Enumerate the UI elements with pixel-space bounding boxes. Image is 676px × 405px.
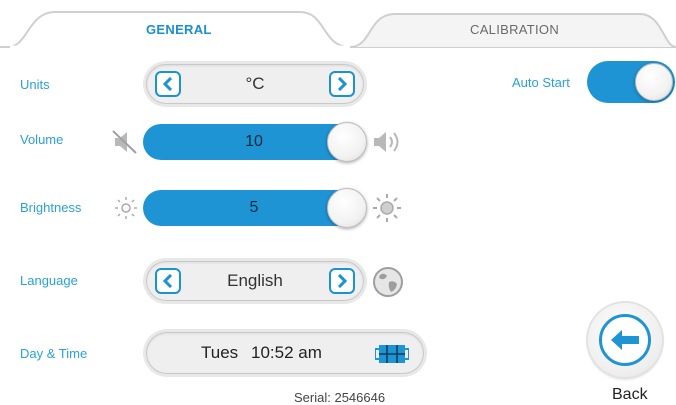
volume-slider-knob[interactable] (327, 122, 367, 162)
chevron-right-icon (337, 77, 348, 91)
tab-calibration[interactable]: CALIBRATION (470, 22, 559, 37)
datetime-day: Tues (201, 343, 239, 362)
speaker-mute-icon (112, 130, 137, 154)
datetime-label: Day & Time (20, 346, 88, 361)
language-selector: English (146, 261, 364, 301)
auto-start-toggle[interactable] (587, 61, 675, 103)
globe-icon (373, 267, 403, 297)
chevron-right-icon (337, 274, 348, 288)
units-selector: °C (146, 64, 364, 104)
back-label: Back (612, 386, 648, 403)
datetime-time: 10:52 am (251, 343, 322, 362)
tab-bar-shape (0, 11, 676, 49)
tab-bar: GENERAL CALIBRATION (0, 0, 676, 50)
language-label: Language (20, 273, 78, 288)
tab-general[interactable]: GENERAL (146, 22, 212, 37)
datetime-button[interactable]: Tues 10:52 am (146, 332, 424, 374)
auto-start-toggle-knob (635, 63, 673, 101)
language-next-button[interactable] (329, 268, 355, 294)
back-button[interactable] (588, 303, 662, 377)
units-label: Units (20, 77, 50, 92)
calendar-icon (375, 345, 409, 363)
units-next-button[interactable] (329, 71, 355, 97)
arrow-left-icon (611, 330, 639, 350)
sun-bright-icon (373, 194, 401, 222)
speaker-loud-icon (374, 132, 399, 152)
sun-dim-icon (115, 197, 137, 219)
volume-label: Volume (20, 132, 64, 147)
brightness-label: Brightness (20, 200, 82, 215)
serial-number: Serial: 2546646 (294, 390, 386, 405)
auto-start-label: Auto Start (512, 75, 570, 90)
back-button-inner (599, 314, 651, 366)
brightness-slider-knob[interactable] (327, 188, 367, 228)
